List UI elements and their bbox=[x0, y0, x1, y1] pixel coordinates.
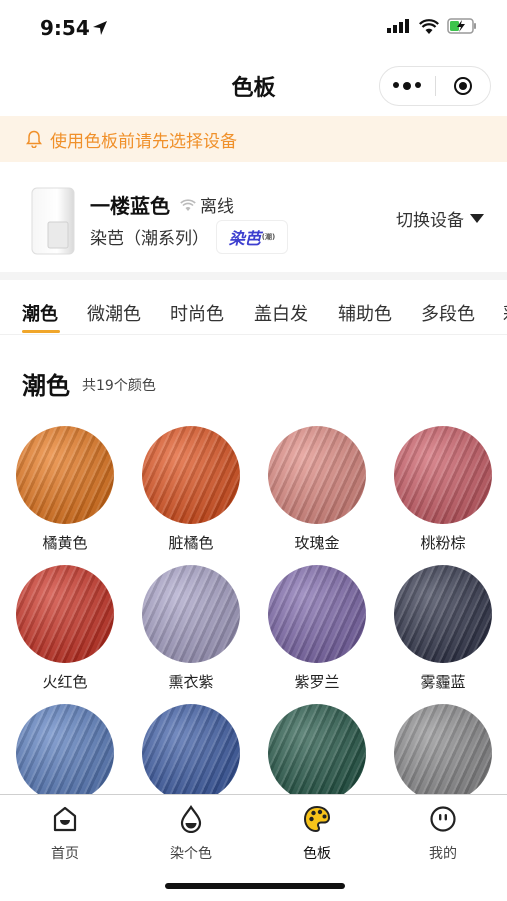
category-tabs: 潮色 微潮色 时尚色 盖白发 辅助色 多段色 彩 bbox=[0, 280, 507, 335]
color-swatch[interactable]: 紫罗兰 bbox=[254, 565, 380, 692]
tab-weichaose[interactable]: 微潮色 bbox=[87, 300, 141, 326]
color-swatch[interactable] bbox=[2, 704, 128, 802]
caret-down-icon bbox=[470, 214, 484, 223]
tabbar-item-home[interactable]: 首页 bbox=[2, 805, 128, 863]
tabbar-label: 染个色 bbox=[170, 846, 212, 862]
color-swatch[interactable]: 雾霾蓝 bbox=[380, 565, 506, 692]
device-notice-banner[interactable]: 使用色板前请先选择设备 bbox=[0, 116, 507, 162]
swatch-label: 火红色 bbox=[42, 673, 88, 691]
section-divider bbox=[0, 272, 507, 280]
section-title: 潮色 bbox=[22, 372, 70, 400]
tab-gaibaifa[interactable]: 盖白发 bbox=[254, 300, 308, 326]
swatch-circle bbox=[142, 565, 240, 663]
swatch-circle bbox=[268, 704, 366, 802]
swatch-circle bbox=[394, 426, 492, 524]
close-mini-program-button[interactable] bbox=[436, 67, 491, 105]
swatch-label: 桃粉棕 bbox=[420, 534, 466, 552]
tabbar-item-profile[interactable]: 我的 bbox=[380, 805, 506, 863]
swatch-circle bbox=[394, 565, 492, 663]
palette-icon bbox=[303, 805, 331, 833]
notice-text: 使用色板前请先选择设备 bbox=[50, 131, 237, 152]
color-swatch[interactable] bbox=[128, 704, 254, 802]
color-swatch[interactable]: 火红色 bbox=[2, 565, 128, 692]
bell-icon bbox=[26, 130, 42, 148]
switch-device-label: 切换设备 bbox=[396, 211, 464, 231]
status-time: 9:54 bbox=[40, 16, 90, 40]
swatch-circle bbox=[268, 426, 366, 524]
tab-shishangse[interactable]: 时尚色 bbox=[170, 300, 224, 326]
device-status-text: 离线 bbox=[200, 197, 234, 217]
swatch-label: 紫罗兰 bbox=[294, 673, 340, 691]
tab-duoduanse[interactable]: 多段色 bbox=[421, 300, 475, 326]
tabbar-label: 我的 bbox=[429, 846, 457, 862]
swatch-circle bbox=[16, 704, 114, 802]
tab-more[interactable]: 彩 bbox=[503, 300, 507, 326]
target-icon bbox=[453, 77, 472, 95]
swatch-circle bbox=[142, 704, 240, 802]
swatch-circle bbox=[268, 565, 366, 663]
drop-icon bbox=[180, 805, 202, 834]
status-icons bbox=[387, 18, 477, 34]
swatch-label: 雾霾蓝 bbox=[420, 673, 466, 691]
color-swatch[interactable]: 桃粉棕 bbox=[380, 426, 506, 553]
tabbar-item-dye[interactable]: 染个色 bbox=[128, 805, 254, 863]
color-count: 共19个颜色 bbox=[82, 378, 156, 394]
swatch-label: 脏橘色 bbox=[168, 534, 214, 552]
device-card: 一楼蓝色 离线 染芭（潮系列） 染芭 (潮) 切换设备 bbox=[0, 172, 507, 272]
color-swatch[interactable] bbox=[254, 704, 380, 802]
more-button[interactable] bbox=[380, 67, 435, 105]
device-status: 离线 bbox=[180, 192, 234, 217]
device-name: 一楼蓝色 bbox=[90, 194, 170, 218]
brand-logo-text: 染芭 bbox=[228, 229, 261, 248]
profile-icon bbox=[430, 806, 456, 832]
swatch-label: 玫瑰金 bbox=[294, 534, 340, 552]
swatch-circle bbox=[16, 565, 114, 663]
color-swatch[interactable]: 熏衣紫 bbox=[128, 565, 254, 692]
switch-device-button[interactable]: 切换设备 bbox=[396, 206, 484, 231]
device-image bbox=[31, 187, 75, 255]
device-model: 染芭（潮系列） bbox=[90, 229, 209, 249]
swatch-label: 橘黄色 bbox=[42, 534, 88, 552]
swatch-circle bbox=[142, 426, 240, 524]
tab-chaose[interactable]: 潮色 bbox=[22, 300, 58, 326]
home-indicator bbox=[165, 883, 345, 889]
tabbar-label: 首页 bbox=[51, 846, 79, 862]
color-swatch[interactable] bbox=[380, 704, 506, 802]
mini-program-capsule bbox=[379, 66, 491, 106]
tab-fuzhuse[interactable]: 辅助色 bbox=[338, 300, 392, 326]
tabbar-label: 色板 bbox=[303, 846, 331, 862]
status-bar: 9:54 bbox=[0, 0, 507, 58]
bottom-tab-bar: 首页 染个色 色板 我的 bbox=[0, 794, 507, 901]
color-swatch[interactable]: 橘黄色 bbox=[2, 426, 128, 553]
tabbar-item-palette[interactable]: 色板 bbox=[254, 805, 380, 863]
wifi-icon bbox=[419, 18, 439, 34]
home-icon bbox=[53, 806, 77, 832]
swatch-circle bbox=[394, 704, 492, 802]
active-tab-indicator bbox=[22, 330, 60, 333]
more-dots-icon bbox=[393, 82, 422, 90]
color-swatch[interactable]: 脏橘色 bbox=[128, 426, 254, 553]
swatch-label: 熏衣紫 bbox=[168, 673, 214, 691]
brand-logo-sub: 潮 bbox=[265, 233, 272, 241]
location-arrow-icon bbox=[93, 21, 107, 35]
brand-logo: 染芭 (潮) bbox=[216, 220, 288, 254]
signal-icon bbox=[387, 19, 409, 33]
nav-bar: 色板 bbox=[0, 58, 507, 114]
swatch-circle bbox=[16, 426, 114, 524]
color-swatch[interactable]: 玫瑰金 bbox=[254, 426, 380, 553]
wifi-off-icon bbox=[180, 198, 196, 211]
battery-charging-icon bbox=[447, 18, 476, 34]
